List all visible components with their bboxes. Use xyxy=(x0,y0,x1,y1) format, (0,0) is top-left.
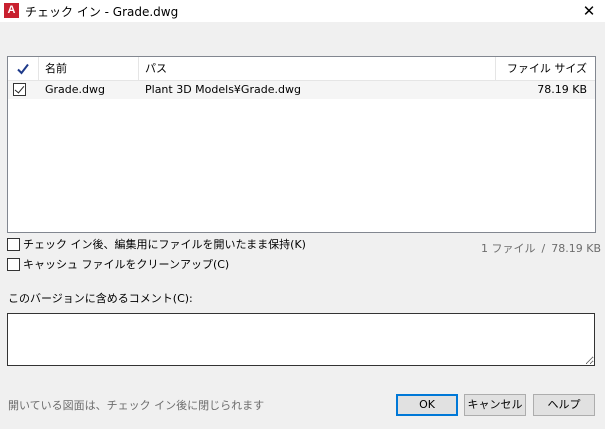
window-title: チェック イン - Grade.dwg xyxy=(25,5,179,19)
close-icon[interactable]: ✕ xyxy=(573,0,605,22)
selection-summary: 1 ファイル / 78.19 KB xyxy=(481,240,601,256)
footer-note: 開いている図面は、チェック イン後に閉じられます xyxy=(8,399,265,412)
file-list[interactable]: 名前 パス ファイル サイズ Grade.dwg Plant 3D Models… xyxy=(7,56,596,233)
checkmark-icon xyxy=(17,63,29,75)
file-size: 78.19 KB xyxy=(537,83,587,96)
help-button[interactable]: ヘルプ xyxy=(533,394,595,416)
row-checkbox[interactable] xyxy=(13,83,26,96)
comment-label: このバージョンに含めるコメント(C): xyxy=(8,292,193,305)
column-header-name[interactable]: 名前 xyxy=(39,57,139,81)
keep-open-label[interactable]: チェック イン後、編集用にファイルを開いたまま保持(K) xyxy=(23,238,306,252)
file-path: Plant 3D Models¥Grade.dwg xyxy=(145,83,301,96)
file-name: Grade.dwg xyxy=(45,83,105,96)
checkin-dialog: A チェック イン - Grade.dwg ✕ 名前 パス ファイル サイズ G… xyxy=(0,0,605,429)
column-header-size[interactable]: ファイル サイズ xyxy=(496,57,595,81)
total-size: 78.19 KB xyxy=(551,242,601,255)
title-bar: A チェック イン - Grade.dwg ✕ xyxy=(0,0,605,22)
comment-textarea[interactable] xyxy=(7,313,595,366)
summary-separator: / xyxy=(541,242,546,255)
table-row[interactable]: Grade.dwg Plant 3D Models¥Grade.dwg 78.1… xyxy=(8,81,595,99)
column-header-check[interactable] xyxy=(8,57,39,81)
row-checkbox-cell xyxy=(8,81,39,99)
column-header-path[interactable]: パス xyxy=(139,57,496,81)
cleanup-cache-label[interactable]: キャッシュ ファイルをクリーンアップ(C) xyxy=(23,258,229,272)
cancel-button[interactable]: キャンセル xyxy=(464,394,526,416)
cleanup-cache-checkbox[interactable] xyxy=(7,258,20,271)
autocad-app-icon: A xyxy=(4,3,19,18)
ok-button[interactable]: OK xyxy=(396,394,458,416)
keep-open-checkbox[interactable] xyxy=(7,238,20,251)
list-header: 名前 パス ファイル サイズ xyxy=(8,57,595,81)
file-count: 1 ファイル xyxy=(481,242,536,255)
